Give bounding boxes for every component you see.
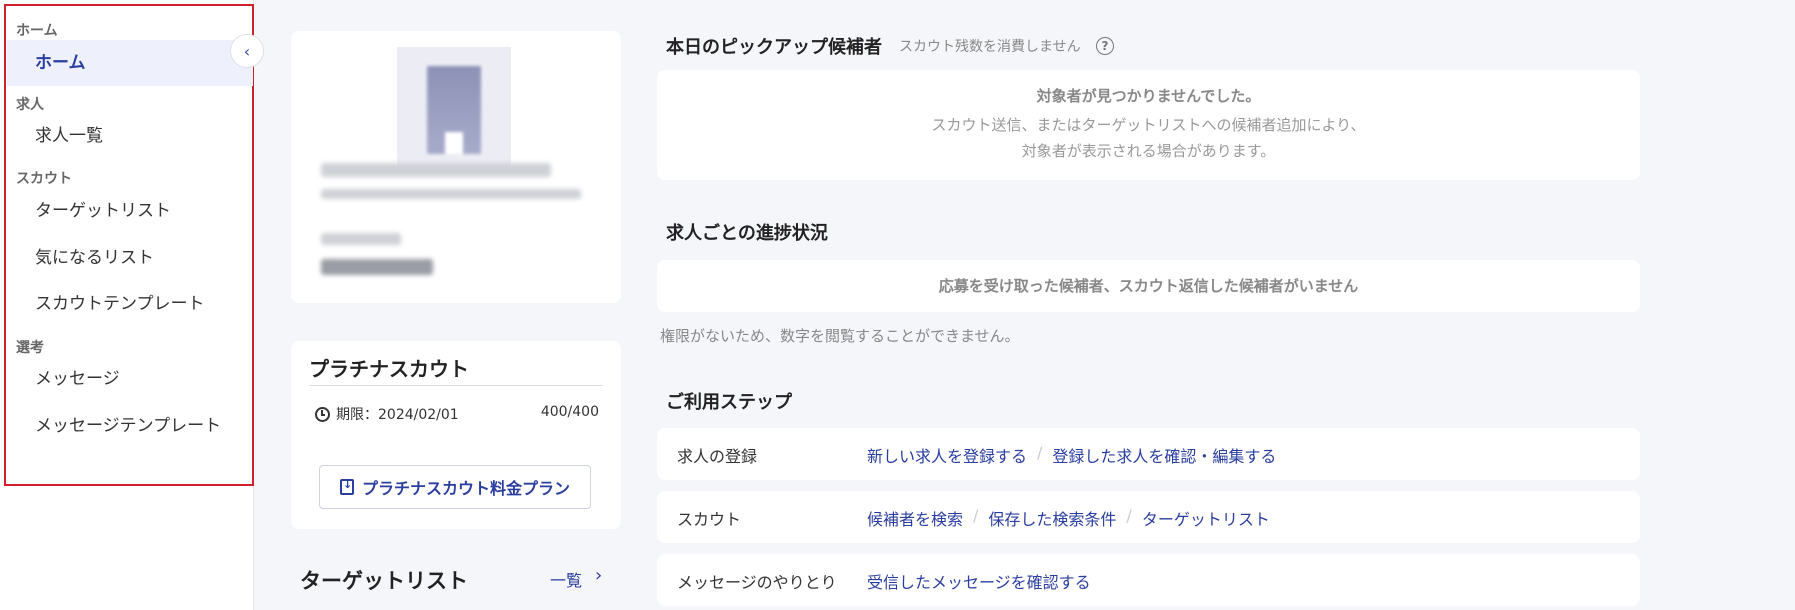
platinum-scout-title: プラチナスカウト [309, 357, 469, 381]
pickup-empty-message: 対象者が見つかりませんでした。 [1036, 87, 1261, 105]
step-row-scout: スカウト 候補者を検索 / 保存した検索条件 / ターゲットリスト [657, 491, 1640, 543]
sidebar-item-home[interactable]: ホーム [7, 40, 253, 86]
sidebar-item-job-list[interactable]: 求人一覧 [7, 113, 253, 159]
sidebar-collapse-button[interactable]: ‹ [230, 34, 264, 68]
sidebar-item-message-template[interactable]: メッセージテンプレート [7, 403, 253, 449]
separator: / [973, 506, 979, 525]
sidebar: ホーム ホーム 求人 求人一覧 スカウト ターゲットリスト 気になるリスト スカ… [0, 0, 254, 610]
chevron-right-icon[interactable]: › [595, 565, 602, 586]
step-row-job-registration: 求人の登録 新しい求人を登録する / 登録した求人を確認・編集する [657, 428, 1640, 480]
blurred-text [321, 233, 401, 245]
pickup-panel: 対象者が見つかりませんでした。 スカウト送信、またはターゲットリストへの候補者追… [657, 70, 1640, 180]
clock-icon [315, 406, 330, 422]
pickup-empty-sub1: スカウト送信、またはターゲットリストへの候補者追加により、 [931, 116, 1366, 134]
company-logo [397, 47, 511, 173]
pickup-empty-sub2: 対象者が表示される場合があります。 [1021, 142, 1276, 160]
platinum-scout-card: プラチナスカウト 期限：2024/02/01 400/400 プラチナスカウト料… [291, 341, 621, 529]
step-label: 求人の登録 [677, 447, 758, 466]
progress-title: 求人ごとの進捗状況 [666, 223, 828, 244]
sidebar-item-scout-template[interactable]: スカウトテンプレート [7, 281, 253, 327]
pickup-title: 本日のピックアップ候補者 [666, 37, 882, 58]
platinum-expiry-text: 期限：2024/02/01 [336, 407, 459, 423]
sidebar-section-jobs: 求人 [16, 97, 44, 113]
edit-registered-jobs-link[interactable]: 登録した求人を確認・編集する [1052, 443, 1276, 467]
step-label: スカウト [677, 510, 742, 529]
download-file-icon [339, 478, 354, 495]
divider [309, 385, 603, 386]
blurred-text [321, 163, 551, 177]
sidebar-item-messages[interactable]: メッセージ [7, 356, 253, 402]
progress-empty-message: 応募を受け取った候補者、スカウト返信した候補者がいません [938, 277, 1359, 295]
platinum-plan-button[interactable]: プラチナスカウト料金プラン [319, 465, 591, 509]
blurred-text [321, 189, 581, 199]
steps-title: ご利用ステップ [666, 392, 792, 413]
step-links: 受信したメッセージを確認する [867, 569, 1091, 593]
company-profile-card [291, 31, 621, 303]
help-icon[interactable]: ? [1096, 37, 1114, 55]
blurred-text [321, 259, 433, 275]
sidebar-item-favorites[interactable]: 気になるリスト [7, 235, 253, 281]
progress-panel: 応募を受け取った候補者、スカウト返信した候補者がいません [657, 260, 1640, 312]
target-list-title: ターゲットリスト [300, 569, 468, 593]
sidebar-section-scout: スカウト [16, 171, 72, 187]
chevron-left-icon: ‹ [243, 41, 251, 61]
platinum-plan-label: プラチナスカウト料金プラン [361, 479, 570, 498]
permission-note: 権限がないため、数字を閲覧することができません。 [660, 327, 1020, 345]
target-list-view-all-link[interactable]: 一覧 [550, 567, 582, 591]
view-received-messages-link[interactable]: 受信したメッセージを確認する [867, 569, 1091, 593]
platinum-remaining-count: 400/400 [540, 404, 599, 420]
target-list-link[interactable]: ターゲットリスト [1142, 506, 1270, 530]
saved-search-link[interactable]: 保存した検索条件 [988, 506, 1116, 530]
step-links: 新しい求人を登録する / 登録した求人を確認・編集する [867, 443, 1276, 467]
sidebar-section-selection: 選考 [16, 340, 44, 356]
register-new-job-link[interactable]: 新しい求人を登録する [867, 443, 1027, 467]
pickup-subtitle: スカウト残数を消費しません [899, 39, 1081, 55]
step-row-messages: メッセージのやりとり 受信したメッセージを確認する [657, 554, 1640, 606]
separator: / [1037, 443, 1043, 462]
step-label: メッセージのやりとり [677, 573, 837, 592]
sidebar-item-target-list[interactable]: ターゲットリスト [7, 188, 253, 234]
step-links: 候補者を検索 / 保存した検索条件 / ターゲットリスト [867, 506, 1270, 530]
separator: / [1126, 506, 1132, 525]
sidebar-section-home: ホーム [16, 23, 58, 39]
search-candidates-link[interactable]: 候補者を検索 [867, 506, 963, 530]
building-icon [427, 66, 481, 154]
platinum-expiry: 期限：2024/02/01 [315, 404, 459, 424]
